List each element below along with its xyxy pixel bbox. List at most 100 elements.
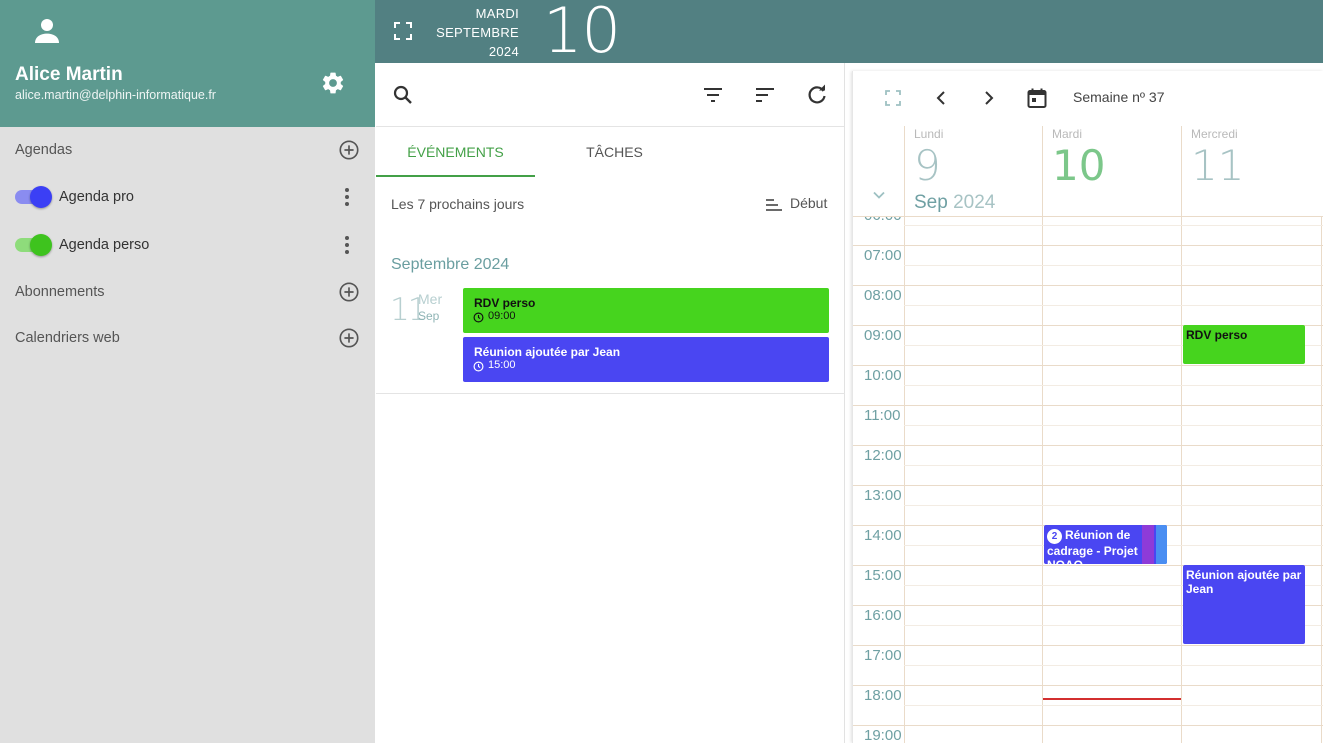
current-day-number: 10 [543, 0, 621, 67]
sidebar: Alice Martin alice.martin@delphin-inform… [0, 0, 375, 743]
day-header-number: 9 [914, 141, 941, 190]
current-year: 2024 [488, 44, 519, 59]
range-label: Les 7 prochains jours [391, 196, 525, 212]
week-number-label: Semaine nº 37 [1073, 89, 1165, 105]
range-row: Les 7 prochains jours Début [376, 176, 844, 232]
hour-label: 16:00 [864, 607, 902, 624]
events-tabs: ÉVÉNEMENTS TÂCHES [376, 127, 844, 177]
toggle-knob [30, 234, 52, 256]
add-webcal-icon[interactable] [338, 327, 360, 349]
tab-tasks[interactable]: TÂCHES [535, 127, 694, 176]
agenda-pro-label: Agenda pro [59, 189, 134, 205]
hour-gridline [853, 685, 1323, 686]
user-name: Alice Martin [15, 64, 123, 85]
half-hour-gridline [904, 305, 1323, 306]
agenda-pro-toggle[interactable] [15, 186, 52, 208]
hour-gridline [853, 485, 1323, 486]
agenda-perso-toggle[interactable] [15, 234, 52, 256]
day-header-weekday: Mardi [1052, 127, 1083, 141]
day-headers: Lundi 9 Sep 2024 Mardi 10 Mercredi 11 [853, 126, 1323, 217]
sort-icon[interactable] [753, 83, 777, 107]
event-title: Réunion ajoutée par Jean [474, 345, 621, 359]
current-month: SEPTEMBRE [436, 25, 519, 40]
day-header-month: Sep [914, 192, 948, 213]
half-hour-gridline [904, 225, 1323, 226]
half-hour-gridline [904, 665, 1323, 666]
overlap-strip[interactable] [1142, 525, 1154, 564]
day-group-month: Sep [418, 309, 440, 323]
hour-label: 08:00 [864, 287, 902, 304]
week-grid[interactable]: 06:00 07:00 08:00 09:00 10:00 11:00 12:00 13:00… [853, 217, 1323, 743]
half-hour-gridline [904, 265, 1323, 266]
clock-icon [473, 312, 484, 323]
week-event-reunion-cadrage[interactable]: 2Réunion de cadrage - Projet NOAO [1044, 525, 1167, 564]
add-subscription-icon[interactable] [338, 281, 360, 303]
user-email: alice.martin@delphin-informatique.fr [15, 88, 216, 102]
day-header-weekday: Lundi [914, 127, 944, 141]
day-header-monday[interactable]: Lundi 9 Sep 2024 [904, 126, 1042, 217]
user-avatar-icon [35, 19, 59, 43]
event-card-rdv-perso[interactable]: RDV perso 09:00 [463, 288, 829, 333]
user-panel: Alice Martin alice.martin@delphin-inform… [0, 0, 375, 127]
hour-gridline [853, 405, 1323, 406]
hour-label: 07:00 [864, 247, 902, 264]
half-hour-gridline [904, 705, 1323, 706]
agenda-item-pro[interactable]: Agenda pro [0, 179, 375, 215]
hour-label: 13:00 [864, 487, 902, 504]
sort-lines-icon [766, 199, 782, 211]
search-icon[interactable] [391, 83, 415, 107]
toggle-knob [30, 186, 52, 208]
current-date-text: MARDI SEPTEMBRE 2024 [420, 4, 519, 61]
events-panel: ÉVÉNEMENTS TÂCHES Les 7 prochains jours … [376, 63, 845, 743]
calendar-picker-icon[interactable] [1025, 86, 1049, 110]
half-hour-gridline [904, 465, 1323, 466]
hour-label: 10:00 [864, 367, 902, 384]
top-bar: MARDI SEPTEMBRE 2024 10 [375, 0, 1323, 67]
week-event-rdv-perso[interactable]: RDV perso [1183, 325, 1305, 364]
hour-gridline [853, 285, 1323, 286]
week-event-reunion-jean[interactable]: Réunion ajoutée par Jean [1183, 565, 1305, 644]
agenda-pro-more-icon[interactable] [337, 186, 357, 208]
chevron-left-icon[interactable] [929, 86, 953, 110]
half-hour-gridline [904, 385, 1323, 386]
event-time: 09:00 [488, 310, 516, 322]
settings-gear-icon[interactable] [320, 70, 346, 96]
half-hour-gridline [904, 505, 1323, 506]
clock-icon [473, 361, 484, 372]
week-event-title: Réunion ajoutée par Jean [1186, 568, 1302, 596]
fullscreen-icon[interactable] [394, 22, 412, 40]
hour-gridline [853, 645, 1323, 646]
hour-label: 15:00 [864, 567, 902, 584]
chevron-right-icon[interactable] [977, 86, 1001, 110]
event-time: 15:00 [488, 359, 516, 371]
agendas-section-header: Agendas [0, 132, 375, 168]
refresh-icon[interactable] [805, 83, 829, 107]
agenda-perso-more-icon[interactable] [337, 234, 357, 256]
week-fullscreen-icon[interactable] [881, 86, 905, 110]
tab-events[interactable]: ÉVÉNEMENTS [376, 127, 535, 177]
hour-label: 17:00 [864, 647, 902, 664]
day-header-tuesday[interactable]: Mardi 10 [1042, 126, 1181, 217]
day-header-year: 2024 [953, 192, 996, 213]
month-header: Septembre 2024 [391, 256, 510, 273]
add-agenda-icon[interactable] [338, 139, 360, 161]
agenda-item-perso[interactable]: Agenda perso [0, 227, 375, 263]
week-event-title: RDV perso [1186, 328, 1248, 342]
overlap-strip[interactable] [1156, 525, 1167, 564]
webcals-label: Calendriers web [15, 330, 120, 346]
day-group-weekday: Mer [418, 291, 443, 307]
event-title: RDV perso [474, 296, 536, 310]
chevron-down-icon[interactable] [870, 186, 888, 204]
filter-icon[interactable] [701, 83, 725, 107]
hour-label: 06:00 [864, 217, 902, 224]
events-divider [376, 393, 845, 394]
day-header-number: 11 [1191, 141, 1245, 190]
agendas-label: Agendas [15, 142, 73, 158]
events-toolbar [376, 63, 844, 127]
day-header-wednesday[interactable]: Mercredi 11 [1181, 126, 1321, 217]
attendee-count-badge: 2 [1047, 529, 1062, 544]
hour-label: 18:00 [864, 687, 902, 704]
hour-label: 12:00 [864, 447, 902, 464]
week-toolbar: Semaine nº 37 [853, 71, 1323, 126]
event-card-reunion-jean[interactable]: Réunion ajoutée par Jean 15:00 [463, 337, 829, 382]
